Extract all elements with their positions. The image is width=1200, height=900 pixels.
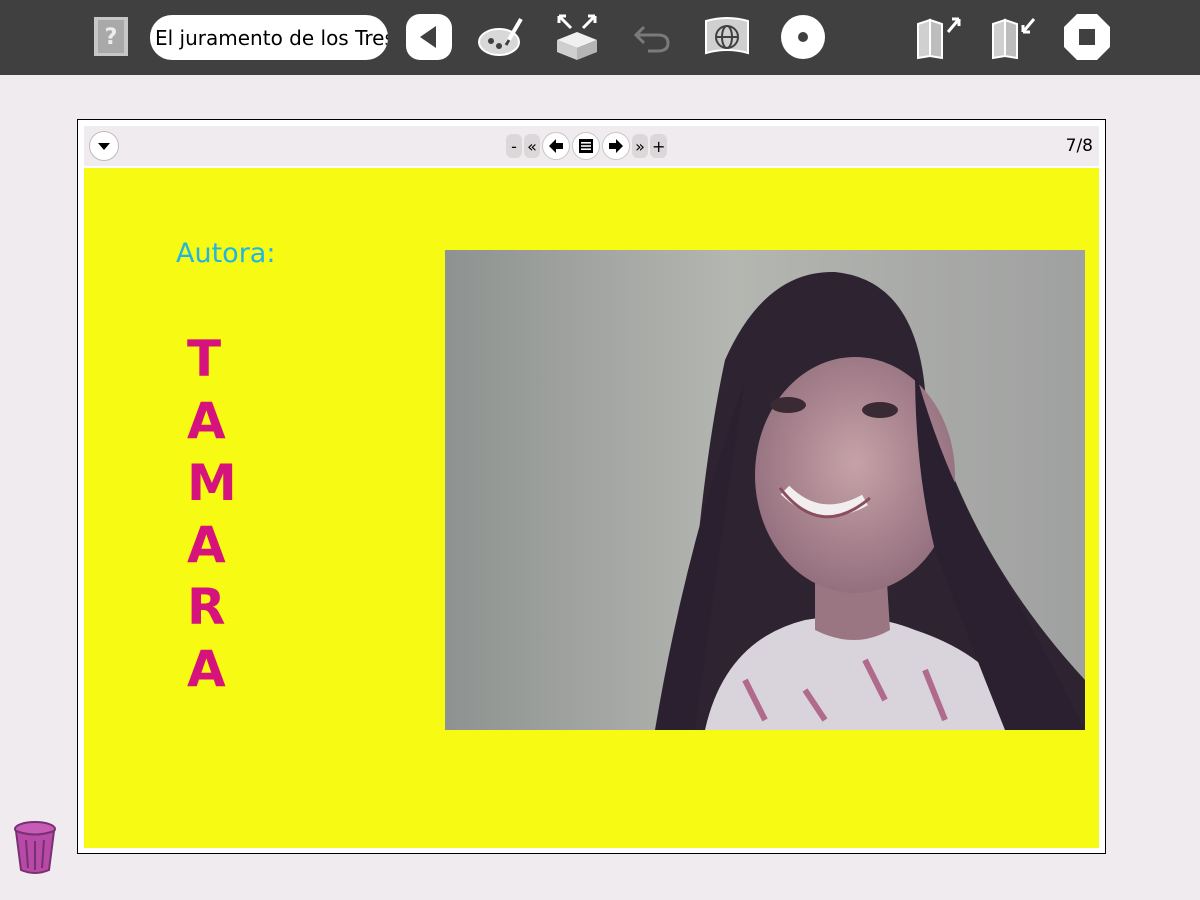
- activity-title-input[interactable]: [155, 25, 388, 50]
- paint-button[interactable]: [477, 12, 527, 62]
- help-icon[interactable]: ?: [92, 15, 130, 58]
- undo-icon: [633, 25, 670, 53]
- export-box-icon: [557, 14, 597, 60]
- back-button[interactable]: [404, 12, 454, 62]
- fullscreen-icon: [917, 17, 961, 60]
- author-photo: [445, 250, 1085, 730]
- unfullscreen-icon: [992, 18, 1036, 60]
- fullscreen-button[interactable]: [912, 12, 962, 62]
- slide-index-button[interactable]: [572, 132, 600, 160]
- svg-text:?: ?: [105, 25, 118, 50]
- name-letter: A: [187, 640, 226, 698]
- slide-navigation-bar: - « » + 7/8: [84, 126, 1099, 166]
- record-button[interactable]: [778, 12, 828, 62]
- name-letter: T: [187, 330, 222, 388]
- share-globe-icon: [705, 17, 749, 55]
- stop-button[interactable]: [1062, 12, 1112, 62]
- next-slide-button[interactable]: [602, 132, 630, 160]
- previous-slide-button[interactable]: [542, 132, 570, 160]
- name-letter: M: [187, 454, 237, 512]
- unfullscreen-button[interactable]: [987, 12, 1037, 62]
- stop-icon: [1064, 14, 1110, 60]
- name-letter: A: [187, 392, 226, 450]
- presentation-frame: - « » + 7/8 Autora: T A M A R A: [77, 119, 1106, 854]
- arrow-left-icon: [549, 139, 563, 153]
- first-slide-button[interactable]: «: [524, 134, 540, 158]
- chevron-down-icon: [98, 143, 110, 150]
- activity-toolbar: ?: [0, 0, 1200, 75]
- author-name-vertical: T A M A R A: [187, 328, 247, 700]
- undo-button[interactable]: [627, 12, 677, 62]
- name-letter: A: [187, 516, 226, 574]
- name-letter: R: [187, 578, 226, 636]
- record-icon: [781, 15, 825, 59]
- slide-canvas: Autora: T A M A R A: [84, 168, 1099, 848]
- slide-heading: Autora:: [176, 238, 276, 269]
- last-slide-button[interactable]: »: [632, 134, 648, 158]
- share-button[interactable]: [702, 12, 752, 62]
- add-slide-button[interactable]: +: [650, 134, 668, 158]
- list-icon: [579, 139, 593, 153]
- slide-nav-controls: - « » +: [506, 132, 668, 160]
- export-button[interactable]: [552, 12, 602, 62]
- back-icon: [406, 14, 452, 60]
- page-counter: 7/8: [1065, 136, 1093, 156]
- slide-menu-button[interactable]: [89, 131, 119, 161]
- activity-title-field[interactable]: [150, 15, 388, 60]
- zoom-out-button[interactable]: -: [506, 134, 522, 158]
- trash-icon[interactable]: [12, 818, 58, 876]
- paint-icon: [478, 17, 523, 56]
- arrow-right-icon: [609, 139, 623, 153]
